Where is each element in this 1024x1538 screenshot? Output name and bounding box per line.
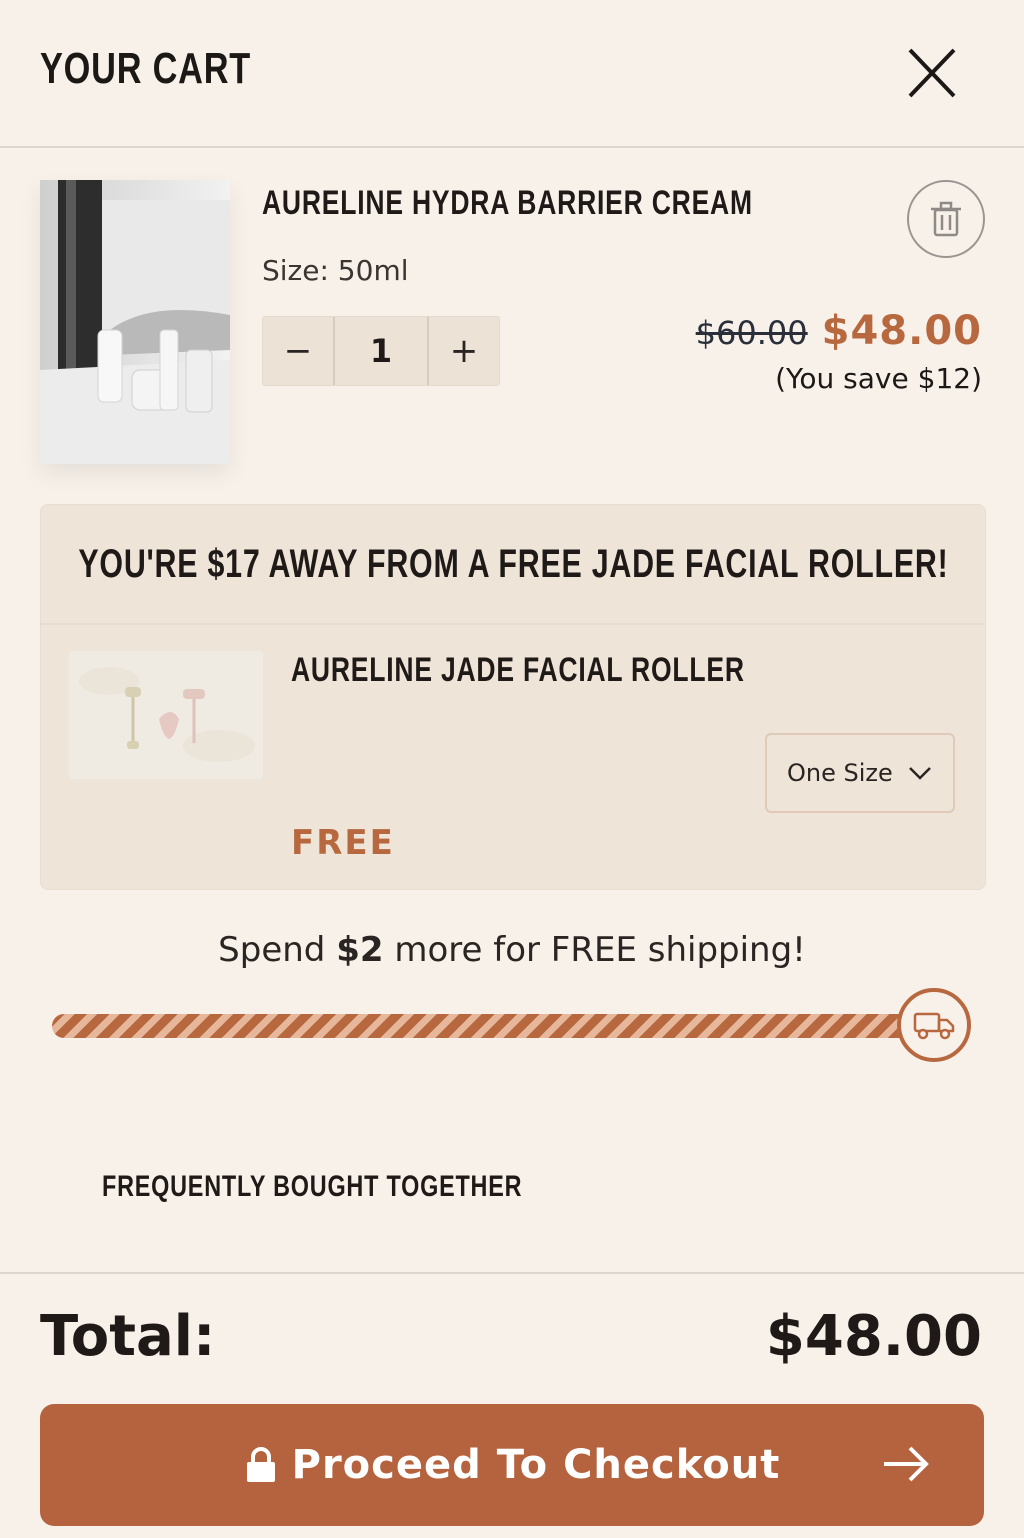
free-gift-panel: YOU'RE $17 AWAY FROM A FREE JADE FACIAL … xyxy=(40,504,986,890)
product-image[interactable] xyxy=(40,180,230,464)
gift-headline: YOU'RE $17 AWAY FROM A FREE JADE FACIAL … xyxy=(77,541,949,586)
close-button[interactable] xyxy=(900,44,964,104)
increase-quantity-button[interactable]: + xyxy=(429,317,499,385)
shipping-progress-bar xyxy=(52,1014,914,1038)
checkout-button[interactable]: Proceed To Checkout xyxy=(40,1404,984,1526)
savings-text: (You save $12) xyxy=(775,362,982,395)
decrease-quantity-button[interactable]: − xyxy=(263,317,333,385)
gift-size-value: One Size xyxy=(787,759,893,787)
chevron-down-icon xyxy=(909,767,931,780)
cart-footer: Total: $48.00 Proceed To Checkout xyxy=(0,1272,1024,1538)
product-size: Size: 50ml xyxy=(262,254,409,287)
product-name[interactable]: AURELINE HYDRA BARRIER CREAM xyxy=(262,184,753,223)
sale-price: $48.00 xyxy=(821,308,982,354)
shipping-message: Spend $2 more for FREE shipping! xyxy=(0,930,1024,970)
cart-header: YOUR CART xyxy=(0,0,1024,148)
cart-title: YOUR CART xyxy=(40,44,252,93)
shipping-amount: $2 xyxy=(336,930,384,970)
lock-icon xyxy=(246,1447,275,1482)
remove-item-button[interactable] xyxy=(907,180,985,258)
gift-banner: YOU'RE $17 AWAY FROM A FREE JADE FACIAL … xyxy=(41,505,985,625)
gift-product-image[interactable] xyxy=(69,651,263,779)
shipping-truck-badge xyxy=(897,988,971,1062)
total-label: Total: xyxy=(40,1304,216,1369)
gift-product-name[interactable]: AURELINE JADE FACIAL ROLLER xyxy=(291,651,745,690)
total-value: $48.00 xyxy=(765,1304,982,1369)
truck-icon xyxy=(913,1012,955,1040)
shipping-message-post: more for FREE shipping! xyxy=(383,930,806,970)
frequently-bought-title: FREQUENTLY BOUGHT TOGETHER xyxy=(102,1170,523,1203)
price-group: $60.00 $48.00 xyxy=(696,308,982,354)
close-icon xyxy=(908,48,956,98)
quantity-stepper: − 1 + xyxy=(262,316,500,386)
quantity-value[interactable]: 1 xyxy=(333,317,429,385)
arrow-right-icon xyxy=(884,1446,929,1482)
gift-size-select[interactable]: One Size xyxy=(765,733,955,813)
original-price: $60.00 xyxy=(695,314,808,352)
trash-icon xyxy=(931,201,961,237)
checkout-label: Proceed To Checkout xyxy=(291,1442,781,1488)
gift-price: FREE xyxy=(291,823,395,863)
shipping-message-pre: Spend xyxy=(218,930,337,970)
